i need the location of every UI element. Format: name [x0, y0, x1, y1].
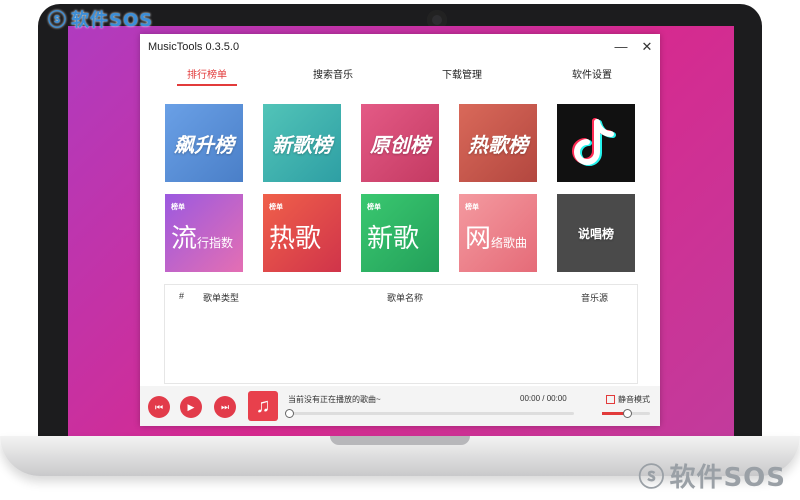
column-header-source: 音乐源	[581, 293, 609, 303]
tile-small-label: 榜单	[367, 204, 381, 211]
tiktok-icon	[572, 118, 616, 166]
titlebar[interactable]: MusicTools 0.3.5.0 — ✕	[140, 34, 660, 62]
chart-tile-hot[interactable]: 热歌榜	[459, 104, 537, 182]
time-display: 00:00 / 00:00	[520, 394, 567, 403]
watermark-logo-icon: ⓢ	[638, 463, 666, 493]
playlist-table: # 歌单类型 歌单名称 音乐源	[164, 284, 638, 384]
next-button[interactable]: ⏭	[214, 396, 236, 418]
chart-tile-popular[interactable]: 榜单 流行指数	[165, 194, 243, 272]
tile-big-label: 热歌	[269, 224, 322, 254]
column-header-type: 歌单类型	[203, 293, 240, 303]
mute-checkbox[interactable]	[606, 395, 615, 405]
chart-tile-new[interactable]: 新歌榜	[263, 104, 341, 182]
tile-big-label: 网络歌曲	[465, 224, 528, 254]
tab-charts[interactable]: 排行榜单	[172, 66, 242, 81]
close-button[interactable]: ✕	[638, 38, 656, 56]
play-button[interactable]: ▶	[180, 396, 202, 418]
tile-label: 新歌榜	[272, 132, 332, 157]
watermark-bottom: ⓢ 软件SOS	[638, 457, 786, 494]
chart-tile-rap[interactable]: 说唱榜	[557, 194, 635, 272]
music-tools-window: MusicTools 0.3.5.0 — ✕ 排行榜单 搜索音乐 下载管理 软件…	[140, 34, 660, 426]
chart-tile-internet-songs[interactable]: 榜单 网络歌曲	[459, 194, 537, 272]
tile-big-label: 新歌	[367, 224, 420, 254]
chart-tile-soaring[interactable]: 飙升榜	[165, 104, 243, 182]
chart-tile-new-songs[interactable]: 榜单 新歌	[361, 194, 439, 272]
column-header-name: 歌单名称	[387, 293, 424, 303]
tile-small-label: 榜单	[465, 204, 479, 211]
watermark-logo-icon: ⓢ	[48, 10, 67, 31]
tab-settings[interactable]: 软件设置	[557, 66, 627, 81]
tab-downloads[interactable]: 下载管理	[427, 66, 497, 81]
column-header-index: #	[179, 291, 185, 301]
tile-label: 热歌榜	[468, 132, 528, 157]
minimize-button[interactable]: —	[612, 38, 630, 56]
player-bar: ⏮ ▶ ⏭ ♫ 当前没有正在播放的歌曲~ 00:00 / 00:00 静音模式	[140, 386, 660, 426]
chart-tile-original[interactable]: 原创榜	[361, 104, 439, 182]
tile-small-label: 榜单	[269, 204, 283, 211]
progress-knob[interactable]	[285, 409, 294, 418]
window-title: MusicTools 0.3.5.0	[148, 41, 240, 53]
now-playing-text: 当前没有正在播放的歌曲~	[288, 395, 381, 404]
watermark-top: ⓢ 软件SOS	[48, 6, 153, 32]
mute-toggle[interactable]: 静音模式	[606, 394, 650, 405]
tile-small-label: 榜单	[171, 204, 185, 211]
chart-tile-tiktok[interactable]	[557, 104, 635, 182]
progress-slider[interactable]	[285, 409, 574, 418]
tile-label: 原创榜	[370, 132, 430, 157]
music-note-icon: ♫	[248, 391, 278, 421]
previous-button[interactable]: ⏮	[148, 396, 170, 418]
volume-knob[interactable]	[623, 409, 632, 418]
chart-tile-hot-songs[interactable]: 榜单 热歌	[263, 194, 341, 272]
base-notch	[330, 436, 470, 445]
volume-slider[interactable]	[602, 409, 650, 418]
tile-label: 说唱榜	[577, 226, 614, 241]
active-tab-indicator	[177, 84, 237, 86]
tile-big-label: 流行指数	[171, 224, 234, 254]
tab-search[interactable]: 搜索音乐	[298, 66, 368, 81]
tile-label: 飙升榜	[174, 132, 234, 157]
